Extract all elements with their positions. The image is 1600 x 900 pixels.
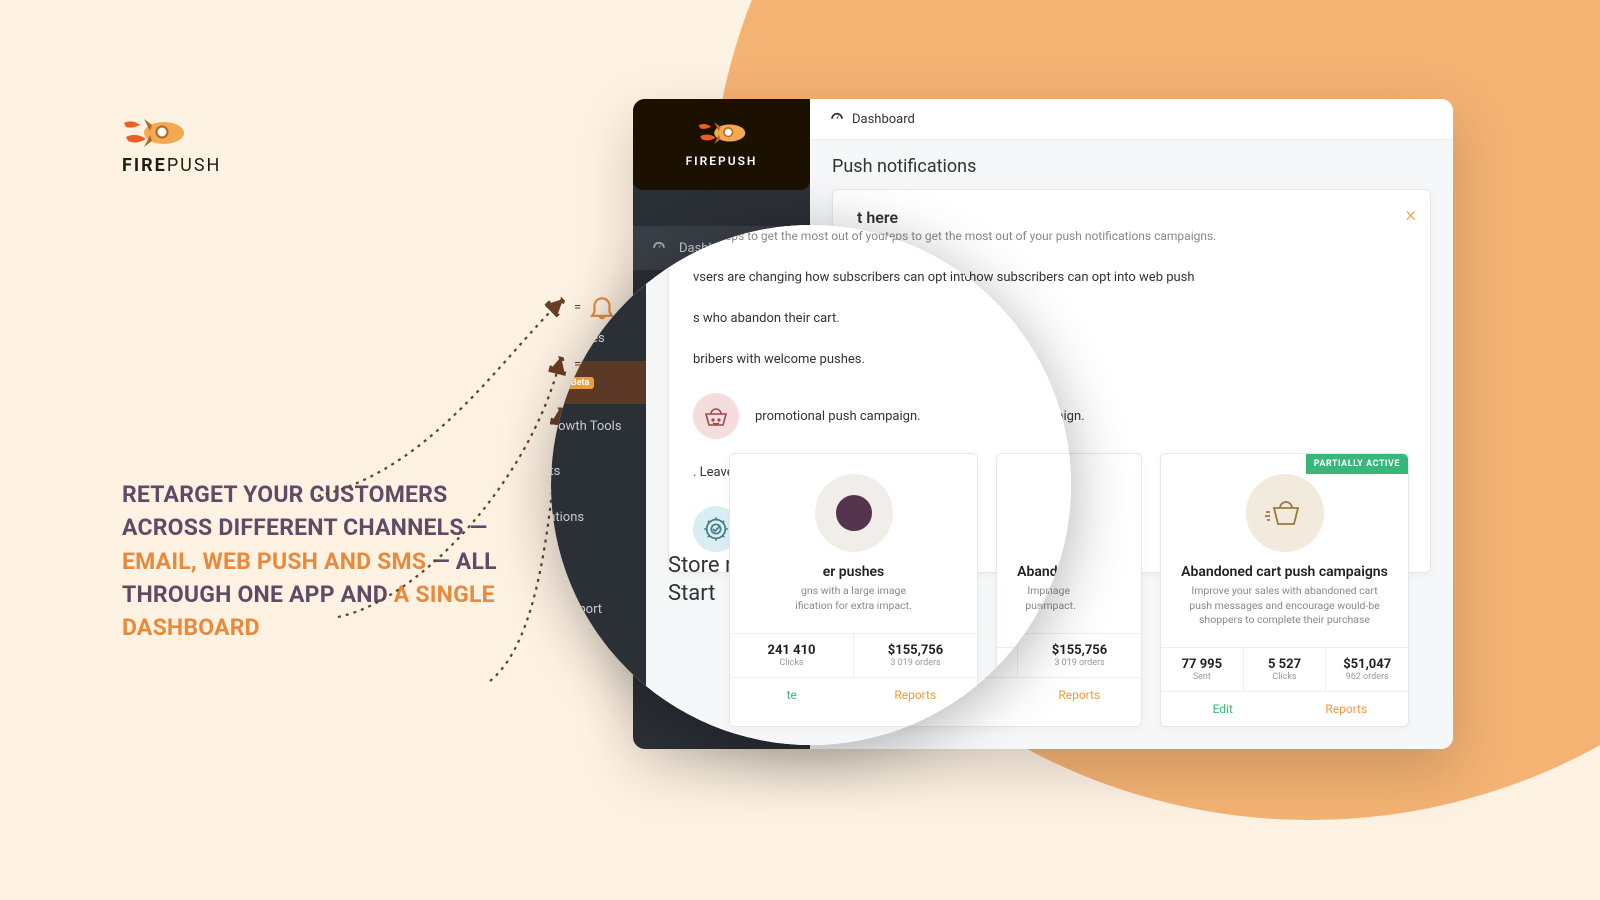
rocket-icon (696, 119, 748, 147)
nav-emails[interactable]: Emails Beta (551, 361, 646, 404)
nav-dashboard[interactable]: Dashboard (551, 226, 646, 270)
nav-push-notifications[interactable]: Push notifications (551, 270, 646, 316)
hero-push-icon (815, 474, 893, 552)
camp-card-2: PARTIALLY ACTIVE Abandoned cart push cam… (996, 453, 1071, 727)
nav-label: SMS Growth Tools (551, 419, 622, 434)
nav-label: Emails (551, 375, 554, 390)
sidebar-logo: FIREPUSH (633, 99, 810, 190)
close-icon[interactable]: × (1406, 202, 1416, 226)
nav-label: Integrations (551, 510, 584, 525)
reports-link[interactable]: Reports (854, 678, 978, 712)
nav-integrations[interactable]: Integrations (551, 494, 646, 540)
nav-label: Push notifications (551, 286, 619, 301)
beta-badge: Beta (566, 377, 594, 389)
reports-link[interactable]: Reports (1285, 692, 1409, 726)
status-tag: PARTIALLY ACTIVE (1306, 454, 1408, 474)
main-area: Dashboard Push notifications × t here es… (646, 225, 1071, 745)
basket-icon (693, 393, 739, 439)
nav-sms-messages[interactable]: SMS messages (551, 316, 646, 361)
dashboard-icon (830, 111, 844, 127)
card-subtitle: ese steps to get the most out of your pu… (693, 229, 1071, 243)
sidebar: FIREPUSH DashboardPush notificationsSMS … (551, 225, 646, 745)
card-title: t here (693, 225, 1071, 227)
nav-settings[interactable]: Settings (551, 540, 646, 586)
camp-card-2: PARTIALLY ACTIVE Abandoned cart push cam… (1160, 453, 1409, 727)
cart-icon (1246, 474, 1324, 552)
nav-help-support[interactable]: Help & Support (551, 586, 646, 632)
nav: Dashboard Push notifications SMS messages E… (551, 226, 646, 676)
nav-label: SMS messages (551, 331, 605, 346)
campaign-cards: er pushes gns with a large image ificati… (707, 447, 1071, 733)
edit-link[interactable]: Edit (1161, 692, 1285, 726)
nav-label: Reports (551, 464, 560, 479)
camp-card-1: er pushes gns with a large image ificati… (729, 453, 978, 727)
nav-partners[interactable]: Partners (551, 632, 646, 676)
section-title: Push notifications (810, 140, 1453, 181)
edit-link[interactable]: te (730, 678, 854, 712)
magnifier-lens: FIREPUSH DashboardPush notificationsSMS … (551, 225, 1071, 745)
nav-reports[interactable]: Reports (551, 449, 646, 494)
nav-label: Help & Support (551, 602, 602, 617)
edit-link[interactable]: Edit (997, 692, 1071, 726)
nav-label: Settings (551, 556, 562, 571)
breadcrumb: Dashboard (810, 99, 1453, 140)
nav-sms-growth-tools[interactable]: SMS Growth Tools (551, 404, 646, 449)
nav-label: Dashboard (551, 241, 578, 256)
nav-label: Partners (551, 647, 564, 662)
